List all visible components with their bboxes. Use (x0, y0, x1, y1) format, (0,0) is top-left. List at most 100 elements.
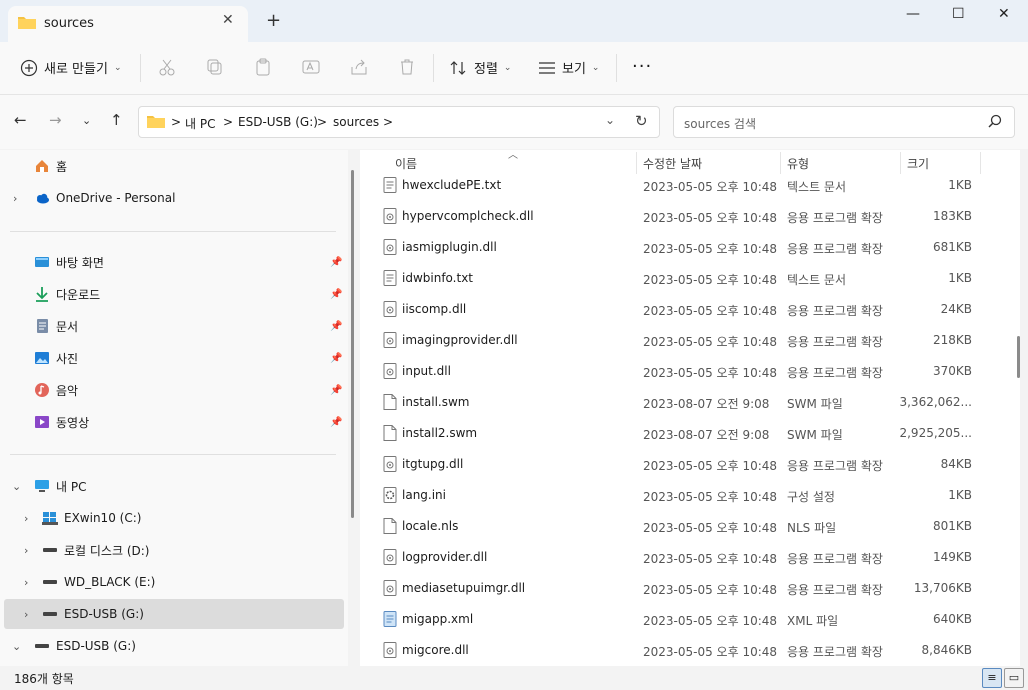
file-list-scrollbar[interactable] (1017, 336, 1020, 378)
copy-icon[interactable] (205, 57, 225, 77)
breadcrumb-separator[interactable]: > (171, 115, 181, 129)
settings-file-icon (383, 487, 397, 503)
sidebar-item-documents[interactable]: 문서 📌 (0, 311, 344, 341)
sidebar-item-desktop[interactable]: 바탕 화면 📌 (0, 247, 344, 277)
sidebar-item-drive-c[interactable]: › EXwin10 (C:) (0, 503, 344, 533)
sidebar-item-onedrive[interactable]: › OneDrive - Personal (0, 183, 344, 213)
new-tab-button[interactable]: + (266, 12, 281, 30)
table-row[interactable]: idwbinfo.txt 2023-05-05 오후 10:48 텍스트 문서 1KB (360, 263, 1000, 294)
pin-icon[interactable]: 📌 (330, 385, 342, 396)
sort-button[interactable]: 정렬 ⌄ (450, 58, 511, 77)
sidebar-item-videos[interactable]: 동영상 📌 (0, 407, 344, 437)
new-button[interactable]: 새로 만들기 ⌄ (20, 58, 121, 77)
sidebar-item-home[interactable]: 홈 (0, 151, 344, 181)
pin-icon[interactable]: 📌 (330, 353, 342, 364)
table-row[interactable]: install.swm 2023-08-07 오전 9:08 SWM 파일 3,362… (360, 387, 1000, 418)
table-row[interactable]: itgtupg.dll 2023-05-05 오후 10:48 응용 프로그램 확장… (360, 449, 1000, 480)
refresh-icon[interactable]: ↻ (635, 112, 648, 130)
file-size: 681KB (932, 240, 972, 254)
sidebar-item-drive-e[interactable]: › WD_BLACK (E:) (0, 567, 344, 597)
sidebar-item-my-pc[interactable]: ⌄ 내 PC (0, 471, 344, 501)
chevron-right-icon[interactable]: › (13, 192, 17, 205)
file-name: imagingprovider.dll (402, 333, 518, 347)
table-row[interactable]: migcore.dll 2023-05-05 오후 10:48 응용 프로그램 확장… (360, 635, 1000, 666)
table-row[interactable]: lang.ini 2023-05-05 오후 10:48 구성 설정 1KB (360, 480, 1000, 511)
breadcrumb-separator[interactable]: > (223, 115, 233, 129)
search-box[interactable]: sources 검색 (673, 106, 1015, 138)
maximize-button[interactable]: ☐ (952, 6, 965, 22)
file-name: logprovider.dll (402, 550, 488, 564)
table-row[interactable]: input.dll 2023-05-05 오후 10:48 응용 프로그램 확장 37… (360, 356, 1000, 387)
search-icon[interactable] (988, 114, 1002, 128)
file-size: 183KB (932, 209, 972, 223)
pin-icon[interactable]: 📌 (330, 289, 342, 300)
table-row[interactable]: hypervcomplcheck.dll 2023-05-05 오후 10:48 응… (360, 201, 1000, 232)
table-row[interactable]: imagingprovider.dll 2023-05-05 오후 10:48 응용… (360, 325, 1000, 356)
rename-icon[interactable] (301, 57, 321, 77)
paste-icon[interactable] (253, 57, 273, 77)
tab-close-button[interactable]: ✕ (222, 12, 234, 28)
breadcrumb-sources[interactable]: sources (333, 115, 379, 129)
back-arrow-icon[interactable]: ← (14, 111, 27, 129)
more-options-button[interactable]: ··· (632, 56, 652, 77)
new-button-label: 새로 만들기 (44, 62, 108, 77)
table-row[interactable]: mediasetupuimgr.dll 2023-05-05 오후 10:48 응용… (360, 573, 1000, 604)
pin-icon[interactable]: 📌 (330, 417, 342, 428)
chevron-right-icon[interactable]: › (24, 512, 28, 525)
sidebar-label: 홈 (56, 159, 68, 174)
sidebar-item-usb-root[interactable]: ⌄ ESD-USB (G:) (0, 631, 344, 661)
chevron-right-icon[interactable]: › (24, 576, 28, 589)
breadcrumb-esd-usb[interactable]: ESD-USB (G:) (238, 115, 318, 129)
close-window-button[interactable]: ✕ (998, 6, 1010, 22)
file-name: locale.nls (402, 519, 459, 533)
view-button[interactable]: 보기 ⌄ (538, 58, 599, 77)
details-view-icon[interactable]: ≡ (982, 668, 1002, 688)
table-row[interactable]: iasmigplugin.dll 2023-05-05 오후 10:48 응용 프로… (360, 232, 1000, 263)
chevron-right-icon[interactable]: › (24, 608, 28, 621)
cut-icon[interactable] (157, 57, 177, 77)
sidebar-label: 로컬 디스크 (D:) (64, 543, 150, 558)
sidebar-label: 동영상 (56, 415, 90, 430)
file-type: 응용 프로그램 확장 (787, 304, 883, 318)
music-icon (35, 383, 49, 397)
up-arrow-icon[interactable]: ↑ (110, 111, 123, 129)
sidebar-scrollbar[interactable] (351, 170, 354, 518)
table-row[interactable]: install2.swm 2023-08-07 오전 9:08 SWM 파일 2,92… (360, 418, 1000, 449)
recent-locations-chevron-icon[interactable]: ⌄ (82, 114, 91, 127)
chevron-down-icon[interactable]: ⌄ (12, 640, 21, 653)
share-icon[interactable] (349, 57, 369, 77)
pin-icon[interactable]: 📌 (330, 321, 342, 332)
sidebar-item-drive-g[interactable]: › ESD-USB (G:) (4, 599, 344, 629)
delete-icon[interactable] (397, 57, 417, 77)
sidebar-item-downloads[interactable]: 다운로드 📌 (0, 279, 344, 309)
forward-arrow-icon[interactable]: → (49, 111, 62, 129)
sort-label: 정렬 (474, 62, 498, 77)
file-size: 640KB (932, 612, 972, 626)
dll-file-icon (383, 456, 397, 472)
breadcrumb-separator[interactable]: > (317, 115, 327, 129)
breadcrumb-my-pc[interactable]: 내 PC (185, 115, 215, 132)
sidebar-item-drive-d[interactable]: › 로컬 디스크 (D:) (0, 535, 344, 565)
table-row[interactable]: hwexcludePE.txt 2023-05-05 오후 10:48 텍스트 문서… (360, 170, 1000, 201)
table-row[interactable]: logprovider.dll 2023-05-05 오후 10:48 응용 프로그… (360, 542, 1000, 573)
table-row[interactable]: migapp.xml 2023-05-05 오후 10:48 XML 파일 640KB (360, 604, 1000, 635)
table-row[interactable]: iiscomp.dll 2023-05-05 오후 10:48 응용 프로그램 확장… (360, 294, 1000, 325)
file-name: iiscomp.dll (402, 302, 467, 316)
pin-icon[interactable]: 📌 (330, 257, 342, 268)
sidebar-item-pictures[interactable]: 사진 📌 (0, 343, 344, 373)
large-icons-view-icon[interactable]: ▭ (1004, 668, 1024, 688)
file-type: 응용 프로그램 확장 (787, 366, 883, 380)
breadcrumb-separator[interactable]: > (383, 115, 393, 129)
dll-file-icon (383, 332, 397, 348)
address-dropdown-chevron-icon[interactable]: ⌄ (605, 113, 615, 127)
minimize-button[interactable]: — (906, 6, 920, 22)
tab-sources[interactable]: sources ✕ (8, 6, 248, 42)
file-name: input.dll (402, 364, 451, 378)
table-row[interactable]: locale.nls 2023-05-05 오후 10:48 NLS 파일 801KB (360, 511, 1000, 542)
chevron-down-icon[interactable]: ⌄ (12, 480, 21, 493)
chevron-right-icon[interactable]: › (24, 544, 28, 557)
search-input[interactable]: sources 검색 (684, 115, 756, 132)
file-size: 1KB (948, 271, 972, 285)
address-bar[interactable]: > 내 PC > ESD-USB (G:) > sources > ⌄ ↻ (138, 106, 660, 138)
sidebar-item-music[interactable]: 음악 📌 (0, 375, 344, 405)
